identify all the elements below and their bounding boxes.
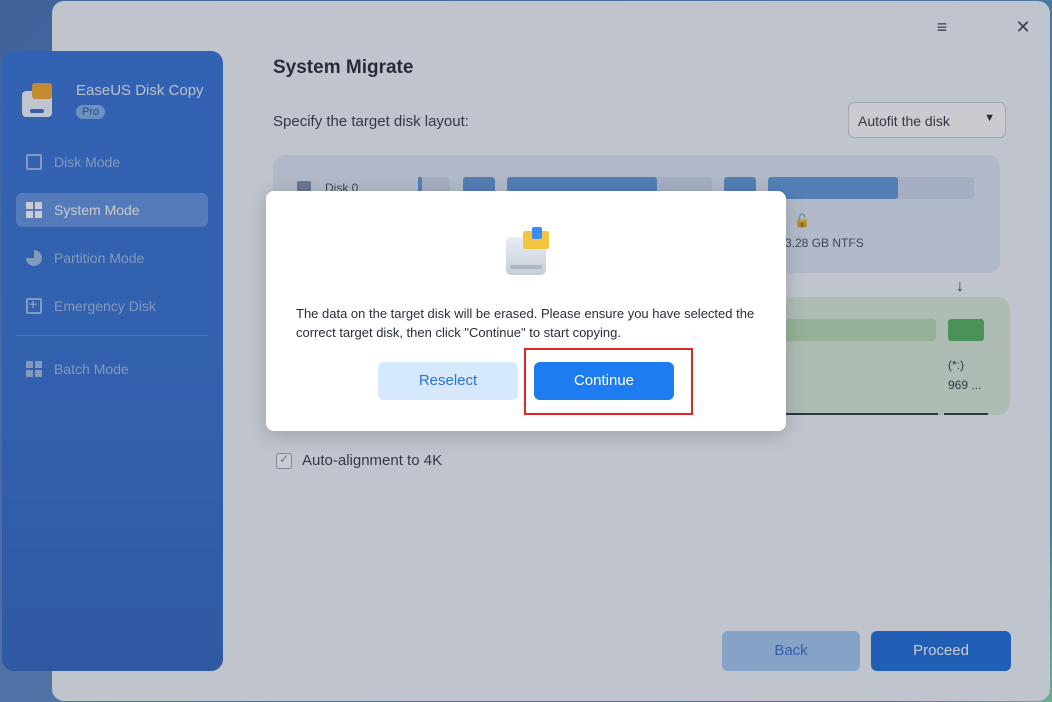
highlight-box (524, 348, 693, 415)
dialog-message: The data on the target disk will be eras… (296, 306, 755, 340)
disk-warning-icon (506, 227, 552, 277)
reselect-button[interactable]: Reselect (378, 362, 518, 400)
